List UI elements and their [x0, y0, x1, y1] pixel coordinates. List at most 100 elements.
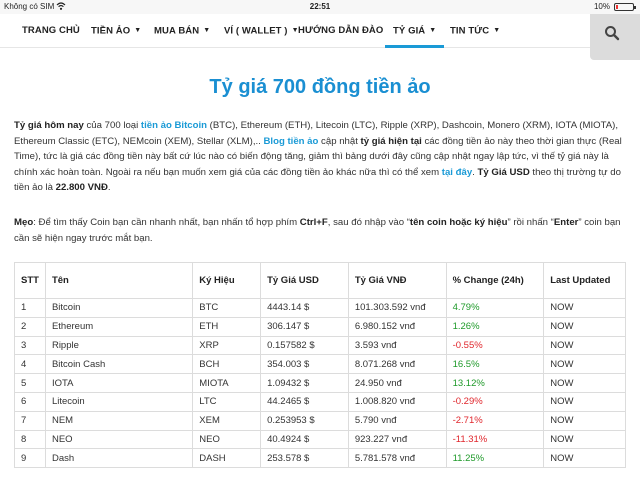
- table-row: 5 IOTA MIOTA 1.09432 $24.950 vnđ 13.12% NOW: [14, 373, 626, 393]
- chevron-down-icon: ▼: [493, 27, 501, 34]
- column-header-name: Tên: [44, 262, 194, 299]
- row-vnd: 1.008.820 vnđ: [347, 391, 447, 412]
- row-stt: 6: [14, 391, 46, 412]
- row-change: -2.71%: [445, 410, 545, 431]
- row-vnd: 923.227 vnđ: [347, 429, 447, 450]
- row-vnd: 101.303.592 vnđ: [347, 298, 447, 318]
- row-vnd: 8.071.268 vnđ: [347, 354, 447, 375]
- row-updated: NOW: [543, 373, 626, 393]
- row-symbol: LTC: [192, 391, 262, 412]
- rates-table: STT Tên Ký Hiệu Tỷ Giá USD Tỷ Giá VNĐ % …: [14, 262, 626, 469]
- row-usd: 253.578 $: [260, 448, 349, 469]
- row-change: 1.26%: [445, 316, 545, 337]
- row-vnd: 6.980.152 vnđ: [347, 316, 447, 337]
- nav-item-news[interactable]: TIN TỨC ▼: [450, 14, 500, 48]
- row-updated: NOW: [543, 448, 626, 469]
- row-name: Bitcoin: [44, 298, 194, 318]
- table-row: 7 NEM XEM 0.253953 $5.790 vnđ -2.71% NOW: [14, 410, 626, 431]
- table-row: 6 Litecoin LTC 44.2465 $1.008.820 vnđ -0.29%…: [14, 391, 626, 412]
- nav-item-buy-sell[interactable]: MUA BÁN ▼: [154, 14, 210, 48]
- main-nav: TRANG CHỦ TIỀN ẢO ▼ MUA BÁN ▼ VÍ ( WALLET …: [0, 14, 640, 48]
- row-stt: 5: [14, 373, 46, 393]
- row-name: Dash: [44, 448, 194, 469]
- tip-paragraph: Mẹo: Để tìm thấy Coin bạn cần nhanh nhất…: [14, 217, 621, 244]
- search-icon: [605, 26, 620, 41]
- nav-item-exchange-rate[interactable]: TỶ GIÁ ▼: [385, 14, 445, 48]
- row-usd: 40.4924 $: [260, 429, 349, 450]
- chevron-down-icon: ▼: [134, 27, 142, 34]
- row-updated: NOW: [543, 429, 626, 450]
- row-usd: 306.147 $: [260, 316, 349, 337]
- row-symbol: BTC: [192, 298, 262, 318]
- intro-paragraph: Tỷ giá hôm nay của 700 loại tiền ảo Bitc…: [14, 120, 622, 193]
- row-stt: 9: [14, 448, 46, 469]
- battery-percent: 10%: [593, 2, 610, 11]
- row-change: -0.29%: [445, 391, 545, 412]
- row-stt: 3: [14, 335, 46, 356]
- row-stt: 2: [14, 316, 46, 337]
- column-header-vnd: Tỷ Giá VNĐ: [347, 262, 447, 299]
- row-name: Bitcoin Cash: [44, 354, 194, 375]
- row-vnd: 24.950 vnđ: [347, 373, 447, 393]
- row-change: 16.5%: [445, 354, 545, 375]
- nav-item-crypto[interactable]: TIỀN ẢO ▼: [91, 14, 141, 48]
- row-change: 4.79%: [445, 298, 545, 318]
- row-stt: 4: [14, 354, 46, 375]
- row-name: Litecoin: [44, 391, 194, 412]
- rates-table-container: STT Tên Ký Hiệu Tỷ Giá USD Tỷ Giá VNĐ % …: [14, 262, 626, 469]
- row-usd: 1.09432 $: [260, 373, 349, 393]
- row-vnd: 5.790 vnđ: [347, 410, 447, 431]
- clock: 22:51: [309, 2, 331, 11]
- row-name: Ethereum: [44, 316, 194, 337]
- row-symbol: ETH: [192, 316, 262, 337]
- row-vnd: 3.593 vnđ: [347, 335, 447, 356]
- row-stt: 7: [14, 410, 46, 431]
- chevron-down-icon: ▼: [203, 27, 211, 34]
- nav-item-home[interactable]: TRANG CHỦ: [22, 14, 80, 48]
- row-name: NEO: [44, 429, 194, 450]
- nav-item-wallet[interactable]: VÍ ( WALLET ) ▼: [224, 14, 299, 48]
- row-symbol: NEO: [192, 429, 262, 450]
- row-symbol: BCH: [192, 354, 262, 375]
- chevron-down-icon: ▼: [429, 27, 437, 34]
- nav-item-mining-guide[interactable]: HƯỚNG DẪN ĐÀO: [298, 14, 383, 48]
- row-symbol: MIOTA: [192, 373, 262, 393]
- row-updated: NOW: [543, 410, 626, 431]
- column-header-symbol: Ký Hiệu: [192, 262, 262, 299]
- row-usd: 354.003 $: [260, 354, 349, 375]
- column-header-usd: Tỷ Giá USD: [260, 262, 349, 299]
- battery-icon: [614, 3, 636, 11]
- row-updated: NOW: [543, 298, 626, 318]
- row-updated: NOW: [543, 316, 626, 337]
- row-usd: 0.253953 $: [260, 410, 349, 431]
- column-header-updated: Last Updated: [543, 262, 626, 299]
- row-name: IOTA: [44, 373, 194, 393]
- row-vnd: 5.781.578 vnđ: [347, 448, 447, 469]
- table-row: 4 Bitcoin Cash BCH 354.003 $8.071.268 vnđ 16…: [14, 354, 626, 375]
- table-header-row: STT Tên Ký Hiệu Tỷ Giá USD Tỷ Giá VNĐ % …: [14, 262, 626, 299]
- row-symbol: XEM: [192, 410, 262, 431]
- row-updated: NOW: [543, 335, 626, 356]
- row-change: -0.55%: [445, 335, 545, 356]
- other-coins-link[interactable]: tại đây: [442, 167, 472, 178]
- row-stt: 1: [14, 298, 46, 318]
- row-usd: 0.157582 $: [260, 335, 349, 356]
- table-row: 3 Ripple XRP 0.157582 $3.593 vnđ -0.55% NOW: [14, 335, 626, 356]
- row-change: 11.25%: [445, 448, 545, 469]
- table-row: 2 Ethereum ETH 306.147 $6.980.152 vnđ 1.26% N…: [14, 316, 626, 337]
- search-button[interactable]: [590, 14, 640, 60]
- crypto-blog-link[interactable]: Blog tiền ảo: [263, 136, 318, 147]
- status-bar: Không có SIM 22:51 10%: [0, 0, 640, 14]
- row-updated: NOW: [543, 391, 626, 412]
- row-name: Ripple: [44, 335, 194, 356]
- row-symbol: XRP: [192, 335, 262, 356]
- column-header-stt: STT: [14, 262, 46, 299]
- row-name: NEM: [44, 410, 194, 431]
- row-change: 13.12%: [445, 373, 545, 393]
- row-updated: NOW: [543, 354, 626, 375]
- row-usd: 4443.14 $: [260, 298, 349, 318]
- crypto-bitcoin-link[interactable]: tiền ảo Bitcoin: [141, 120, 207, 131]
- row-usd: 44.2465 $: [260, 391, 349, 412]
- row-change: -11.31%: [445, 429, 545, 450]
- table-row: 9 Dash DASH 253.578 $5.781.578 vnđ 11.25% NOW: [14, 448, 626, 469]
